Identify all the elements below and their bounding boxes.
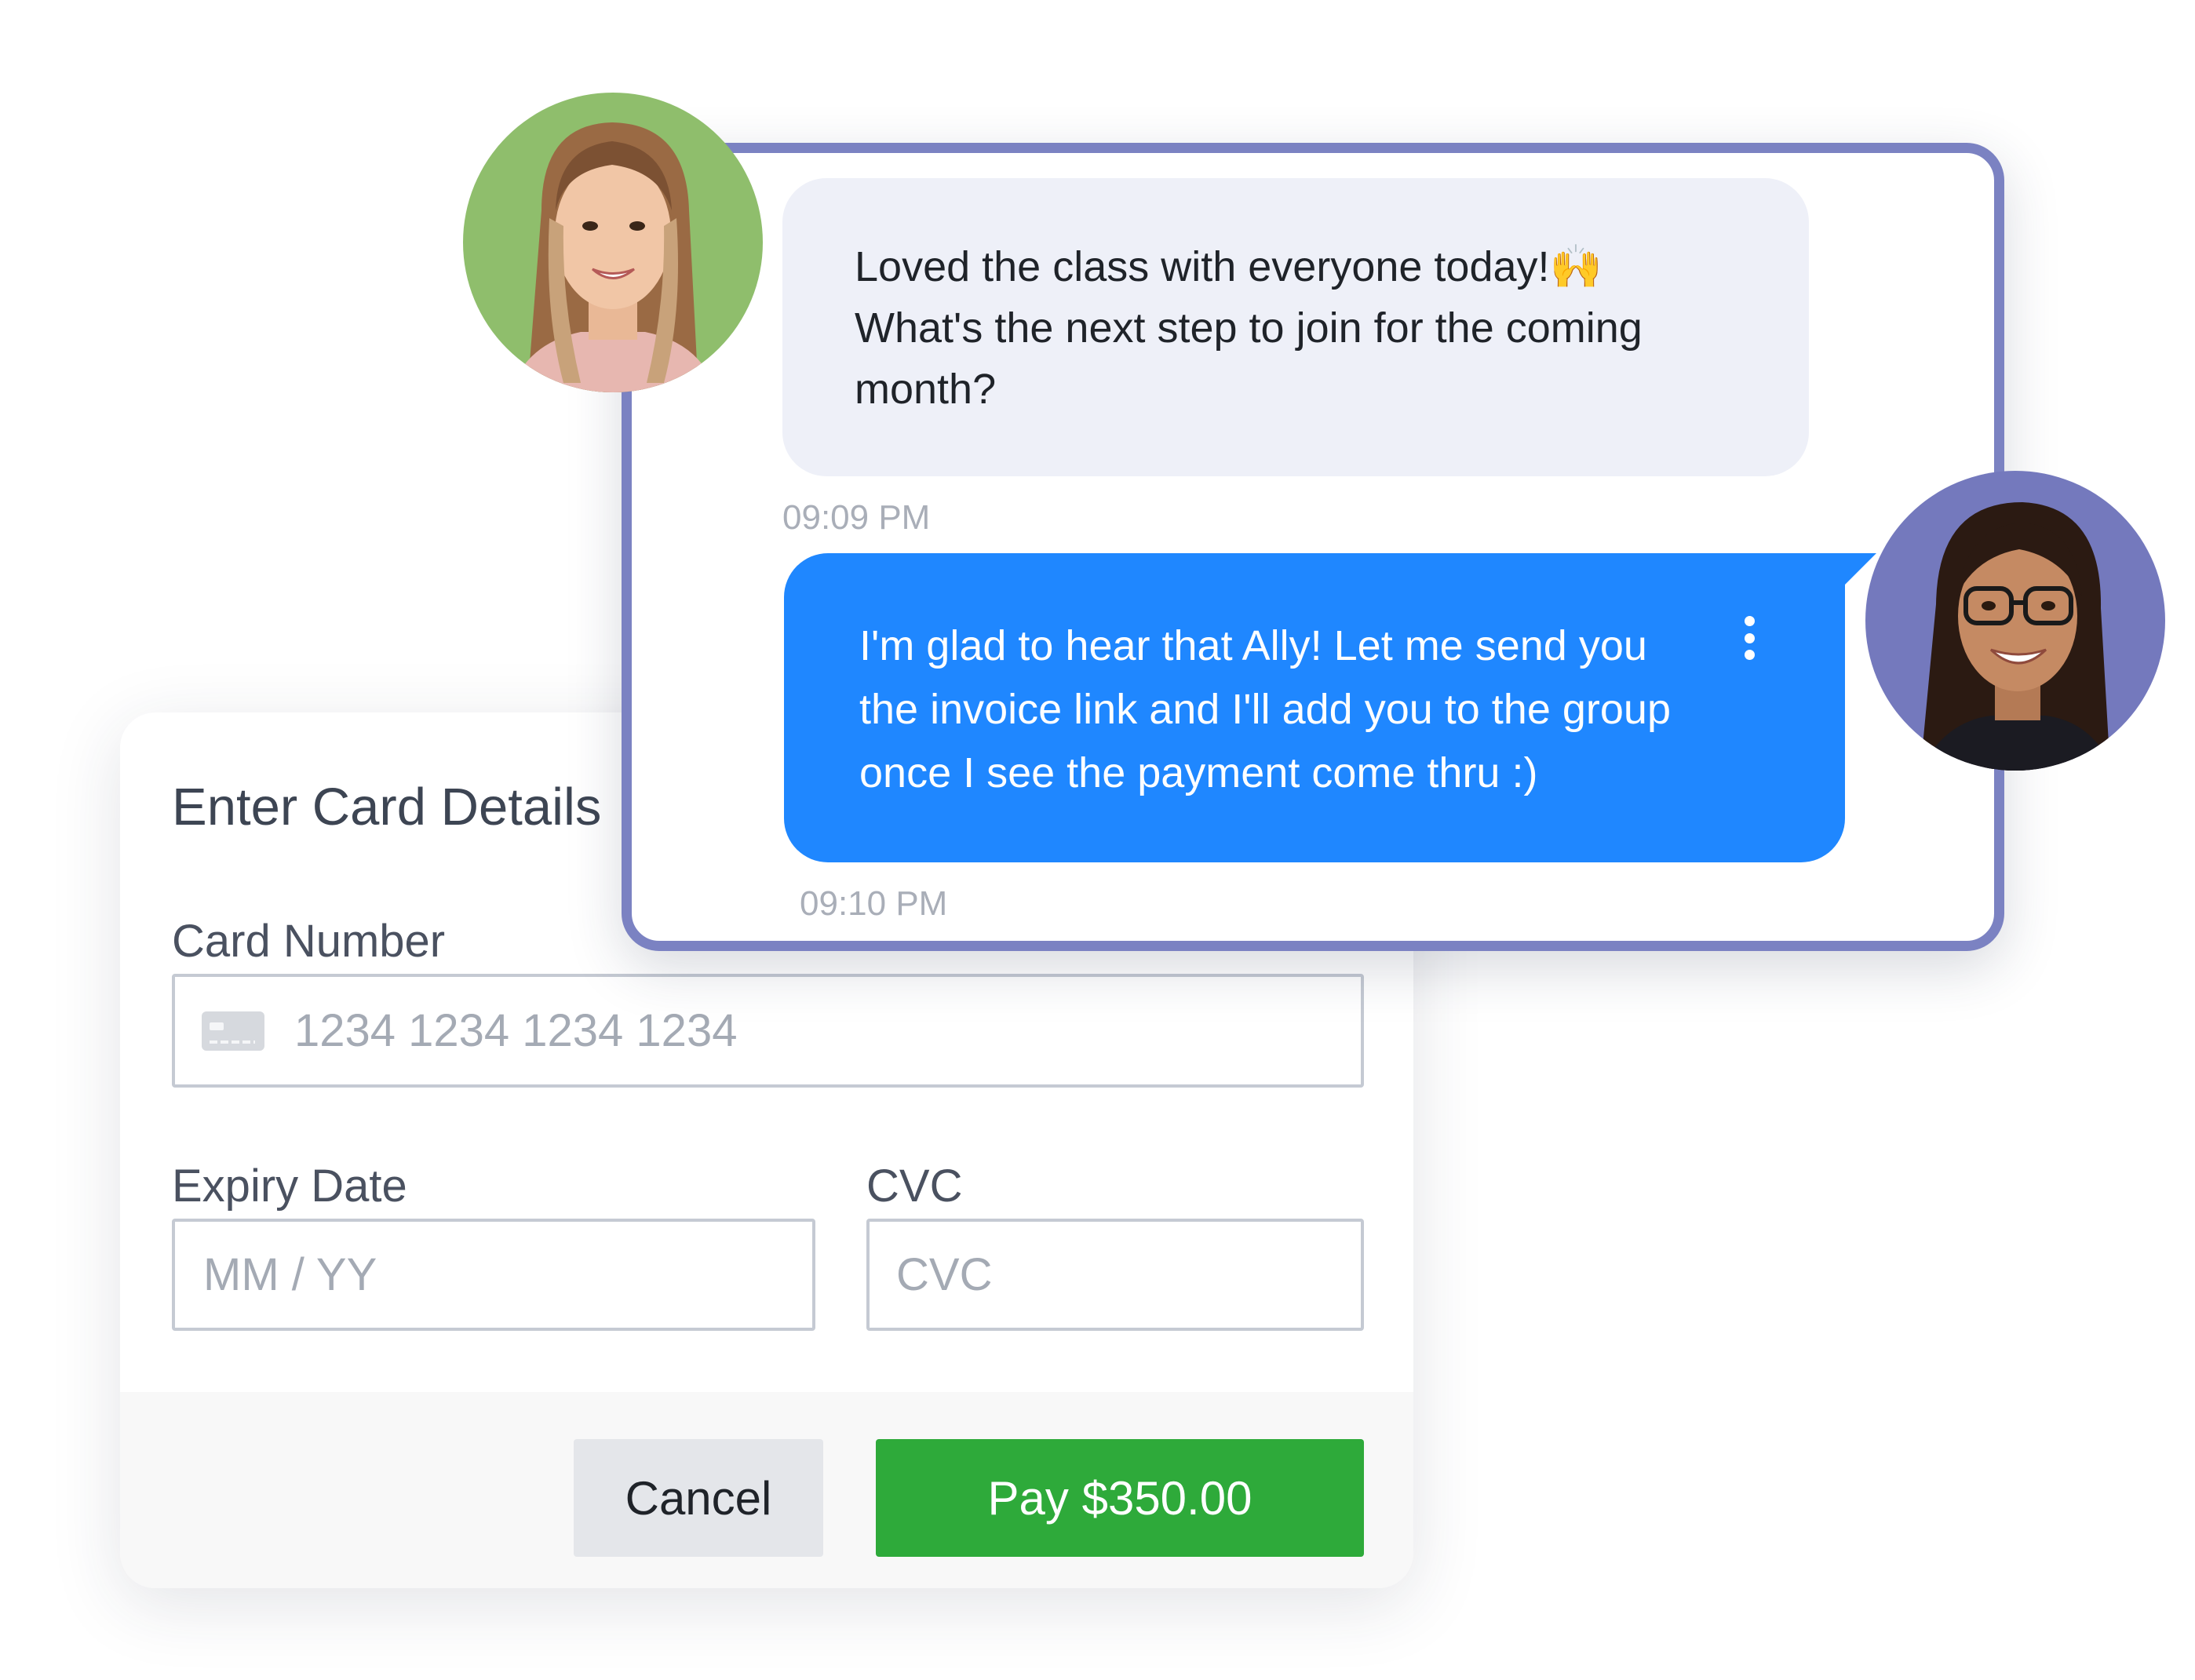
chat-window: Loved the class with everyone today!🙌 Wh… — [622, 143, 2004, 951]
cancel-button[interactable]: Cancel — [574, 1439, 823, 1557]
expiry-date-placeholder: MM / YY — [203, 1249, 377, 1300]
expiry-date-input[interactable]: MM / YY — [172, 1219, 815, 1331]
cvc-label: CVC — [866, 1161, 963, 1212]
incoming-message-text: Loved the class with everyone today!🙌 Wh… — [855, 243, 1643, 413]
card-number-placeholder: 1234 1234 1234 1234 — [294, 1005, 738, 1056]
pay-button[interactable]: Pay $350.00 — [876, 1439, 1364, 1557]
incoming-message-bubble: Loved the class with everyone today!🙌 Wh… — [782, 178, 1809, 476]
card-details-footer: Cancel Pay $350.00 — [120, 1392, 1413, 1588]
outgoing-message-timestamp: 09:10 PM — [800, 884, 948, 923]
outgoing-message-text: I'm glad to hear that Ally! Let me send … — [859, 622, 1671, 796]
incoming-message-timestamp: 09:09 PM — [782, 498, 931, 537]
cvc-placeholder: CVC — [896, 1249, 993, 1300]
cvc-input[interactable]: CVC — [866, 1219, 1364, 1331]
expiry-date-label: Expiry Date — [172, 1161, 407, 1212]
coach-avatar — [1865, 471, 2165, 771]
card-number-label: Card Number — [172, 916, 446, 967]
credit-card-icon — [202, 1011, 264, 1051]
customer-avatar — [463, 93, 763, 392]
message-options-icon[interactable] — [1741, 616, 1757, 660]
card-details-title: Enter Card Details — [172, 778, 602, 836]
outgoing-message-bubble: I'm glad to hear that Ally! Let me send … — [784, 553, 1845, 862]
card-number-input[interactable]: 1234 1234 1234 1234 — [172, 974, 1364, 1088]
